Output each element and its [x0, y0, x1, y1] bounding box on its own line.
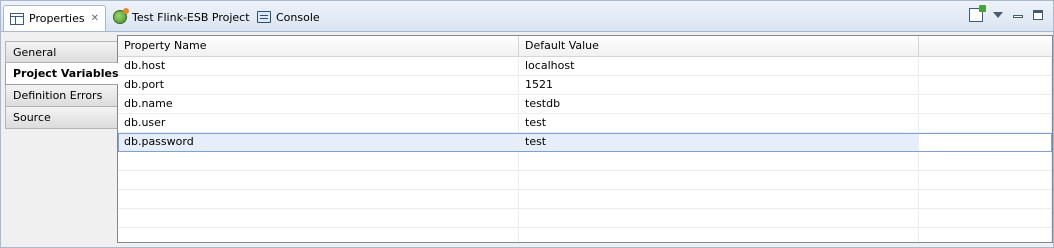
section-tab-project-variables[interactable]: Project Variables [5, 63, 119, 85]
column-header-property-name[interactable]: Property Name [118, 36, 519, 56]
empty-cell [519, 228, 919, 242]
empty-row [118, 228, 1052, 242]
cell-filler [919, 76, 1052, 94]
cell-default-value[interactable]: test [519, 133, 919, 151]
section-tab-label: General [13, 45, 57, 59]
properties-icon [10, 12, 24, 25]
table-body: db.host localhost db.port 1521 db.name testdb… [118, 57, 1052, 242]
cell-property-name[interactable]: db.port [118, 76, 519, 94]
empty-row [118, 190, 1052, 209]
section-tab-definition-errors[interactable]: Definition Errors [5, 85, 117, 107]
empty-cell [919, 171, 1052, 189]
table-header: Property Name Default Value [118, 36, 1052, 57]
cell-default-value[interactable]: 1521 [519, 76, 919, 94]
cell-default-value[interactable]: localhost [519, 57, 919, 75]
table-row[interactable]: db.port 1521 [118, 76, 1052, 95]
tab-label: Properties [29, 12, 85, 25]
empty-row [118, 152, 1052, 171]
table-row[interactable]: db.password test [118, 133, 1052, 152]
cell-filler [919, 133, 1052, 151]
empty-cell [519, 190, 919, 208]
properties-view: Properties ✕ Test Flink-ESB Project Cons… [0, 0, 1054, 248]
view-menu-icon[interactable] [993, 12, 1003, 18]
cell-filler [919, 114, 1052, 132]
table-row[interactable]: db.host localhost [118, 57, 1052, 76]
open-new-window-icon[interactable] [969, 5, 986, 22]
empty-row [118, 171, 1052, 190]
empty-row [118, 209, 1052, 228]
console-icon [257, 11, 271, 23]
tab-project[interactable]: Test Flink-ESB Project [107, 5, 256, 29]
table-row[interactable]: db.user test [118, 114, 1052, 133]
cell-filler [919, 95, 1052, 113]
empty-cell [919, 209, 1052, 227]
empty-cell [919, 152, 1052, 170]
column-header-filler [919, 36, 1052, 56]
minimize-icon[interactable] [1013, 14, 1023, 18]
empty-cell [118, 228, 519, 242]
cell-property-name[interactable]: db.host [118, 57, 519, 75]
cell-filler [919, 57, 1052, 75]
empty-cell [919, 190, 1052, 208]
property-section-tabs: General Project Variables Definition Err… [5, 41, 119, 129]
column-header-default-value[interactable]: Default Value [519, 36, 919, 56]
cell-default-value[interactable]: testdb [519, 95, 919, 113]
table-row[interactable]: db.name testdb [118, 95, 1052, 114]
empty-cell [519, 171, 919, 189]
empty-cell [118, 209, 519, 227]
section-tab-label: Project Variables [13, 67, 119, 80]
cell-property-name[interactable]: db.name [118, 95, 519, 113]
maximize-icon[interactable] [1033, 10, 1043, 20]
variables-table[interactable]: Property Name Default Value db.host local… [117, 35, 1053, 243]
view-tab-bar: Properties ✕ Test Flink-ESB Project Cons… [1, 1, 1053, 32]
section-tab-source[interactable]: Source [5, 107, 117, 129]
project-icon [113, 8, 129, 24]
tab-label: Test Flink-ESB Project [132, 10, 250, 24]
tab-console[interactable]: Console [251, 5, 326, 29]
cell-default-value[interactable]: test [519, 114, 919, 132]
section-tab-label: Definition Errors [13, 89, 103, 102]
tab-label: Console [276, 10, 320, 24]
empty-cell [519, 209, 919, 227]
view-toolbar [969, 5, 1043, 22]
cell-property-name[interactable]: db.user [118, 114, 519, 132]
section-tab-general[interactable]: General [5, 41, 117, 63]
empty-cell [118, 171, 519, 189]
empty-cell [519, 152, 919, 170]
empty-cell [919, 228, 1052, 242]
empty-cell [118, 190, 519, 208]
close-icon[interactable]: ✕ [91, 13, 99, 24]
empty-cell [118, 152, 519, 170]
tab-properties[interactable]: Properties ✕ [3, 5, 106, 31]
cell-property-name[interactable]: db.password [118, 133, 519, 151]
section-tab-label: Source [13, 111, 51, 124]
